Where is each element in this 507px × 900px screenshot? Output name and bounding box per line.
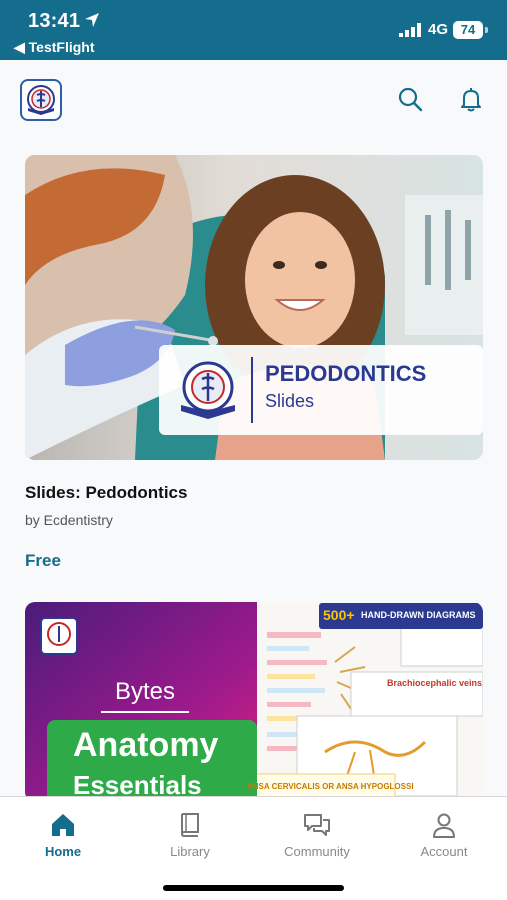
back-to-testflight-link[interactable]: ◀ TestFlight bbox=[14, 39, 95, 56]
diagram-label: HAND-DRAWN DIAGRAMS bbox=[361, 610, 476, 620]
ecdentistry-logo-icon bbox=[27, 85, 55, 115]
notes-heading: Brachiocephalic veins bbox=[387, 678, 483, 688]
diagram-count-badge: 500+ HAND-DRAWN DIAGRAMS bbox=[319, 603, 483, 629]
cover-title-line1: Anatomy bbox=[73, 726, 219, 764]
app-logo[interactable] bbox=[20, 79, 62, 121]
banner-divider bbox=[251, 357, 253, 423]
course-feed[interactable]: PEDODONTICS Slides Slides: Pedodontics b… bbox=[0, 140, 507, 796]
bell-icon[interactable] bbox=[458, 86, 484, 112]
college-seal-icon bbox=[181, 361, 235, 419]
tab-home-label: Home bbox=[44, 844, 82, 859]
battery-level: 74 bbox=[453, 21, 483, 39]
course-banner: PEDODONTICS Slides bbox=[159, 345, 483, 435]
tab-home[interactable]: Home bbox=[0, 797, 126, 877]
book-icon bbox=[180, 813, 199, 837]
cover-brand-text: Bytes bbox=[114, 678, 176, 705]
cover-underline bbox=[101, 711, 189, 713]
tab-community-label: Community bbox=[284, 844, 350, 859]
network-label: 4G bbox=[428, 21, 449, 38]
signal-icon bbox=[399, 23, 421, 37]
course-title[interactable]: Slides: Pedodontics bbox=[25, 483, 187, 503]
banner-title: PEDODONTICS bbox=[265, 361, 427, 386]
course-price: Free bbox=[25, 551, 61, 570]
home-indicator bbox=[163, 885, 344, 891]
search-icon[interactable] bbox=[397, 86, 423, 112]
status-time: 13:41 bbox=[28, 10, 81, 32]
bottom-tab-bar: Home Library Community Account bbox=[0, 796, 507, 900]
chat-icon bbox=[304, 814, 330, 836]
tab-account-label: Account bbox=[420, 844, 468, 859]
cover-title-line2: Essentials bbox=[73, 770, 202, 796]
app-header bbox=[0, 60, 507, 140]
home-icon bbox=[52, 814, 74, 836]
banner-subtitle: Slides bbox=[265, 391, 315, 411]
tab-library[interactable]: Library bbox=[127, 797, 253, 877]
pedodontics-cover-image[interactable]: PEDODONTICS Slides bbox=[25, 155, 483, 460]
tab-account[interactable]: Account bbox=[381, 797, 507, 877]
location-arrow-icon bbox=[85, 13, 99, 27]
tab-community[interactable]: Community bbox=[254, 797, 380, 877]
person-icon bbox=[433, 813, 455, 838]
battery-nub bbox=[485, 27, 488, 33]
diagram-count: 500+ bbox=[323, 607, 355, 623]
notes-footer: ANSA CERVICALIS OR ANSA HYPOGLOSSI bbox=[247, 782, 414, 791]
course-author: by Ecdentistry bbox=[25, 512, 113, 528]
tab-library-label: Library bbox=[170, 844, 210, 859]
anatomy-essentials-cover-image[interactable]: Bytes Anatomy Essentials 500+ HAND-DRAWN… bbox=[25, 602, 483, 796]
status-bar: 13:41 ◀ TestFlight 4G 74 bbox=[0, 0, 507, 60]
